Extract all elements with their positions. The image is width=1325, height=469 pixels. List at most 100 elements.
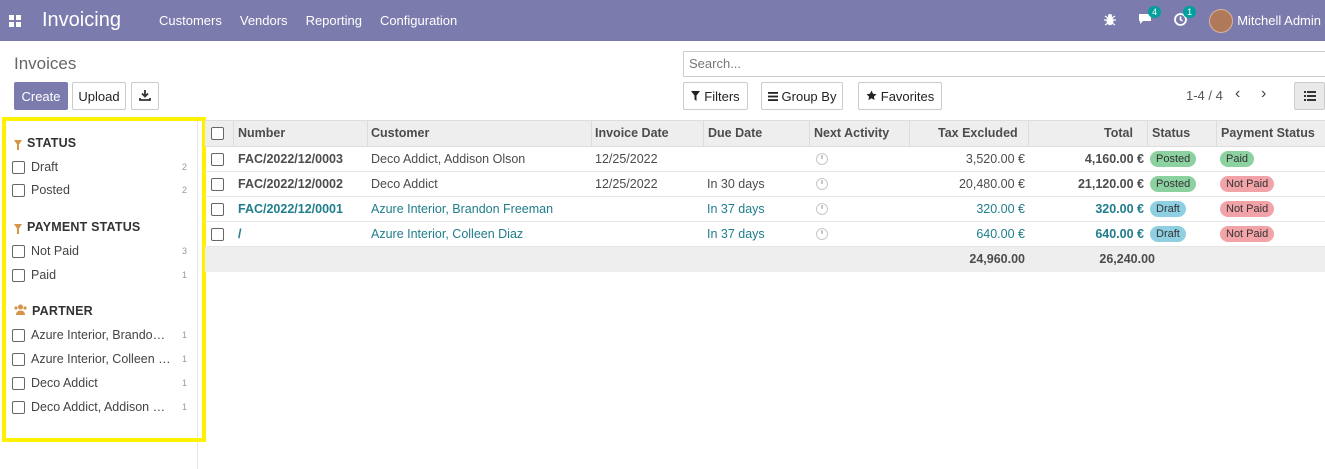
activity-clock-icon[interactable] (816, 178, 828, 190)
row-checkbox[interactable] (211, 203, 224, 216)
partner-group-title: PARTNER (14, 304, 93, 318)
header-invoice-date[interactable]: Invoice Date (595, 126, 669, 140)
header-number[interactable]: Number (238, 126, 285, 140)
filter-partner-azure-brandon[interactable]: Azure Interior, Brandon Freeman 1 (12, 328, 187, 342)
header-tax-excluded[interactable]: Tax Excluded (938, 126, 1018, 140)
invoices-table: Number Customer Invoice Date Due Date Ne… (205, 120, 1325, 272)
menu-vendors[interactable]: Vendors (240, 13, 288, 28)
favorites-button[interactable]: Favorites (858, 82, 942, 110)
payment-status-group-title: PAYMENT STATUS (14, 220, 140, 234)
cell-customer: Deco Addict (371, 177, 438, 191)
table-footer-totals: 24,960.00 26,240.00 (205, 247, 1325, 272)
column-separator (1216, 121, 1217, 147)
filters-button[interactable]: Filters (683, 82, 748, 110)
filter-status-draft[interactable]: Draft 2 (12, 160, 187, 174)
cell-due-date: In 30 days (707, 177, 765, 191)
filter-count: 1 (181, 354, 187, 364)
checkbox[interactable] (12, 268, 25, 282)
activity-clock-icon[interactable] (816, 203, 828, 215)
filter-funnel-icon (14, 140, 22, 150)
filter-partner-deco-addict[interactable]: Deco Addict 1 (12, 376, 187, 390)
cell-number: FAC/2022/12/0003 (238, 152, 343, 166)
filter-count: 1 (181, 270, 187, 280)
row-checkbox[interactable] (211, 178, 224, 191)
table-row[interactable]: FAC/2022/12/0003 Deco Addict, Addison Ol… (205, 147, 1325, 172)
cell-number: / (238, 227, 242, 241)
header-status[interactable]: Status (1152, 126, 1190, 140)
activities-clock-icon[interactable]: 1 (1174, 5, 1197, 29)
app-title[interactable]: Invoicing (42, 9, 159, 32)
header-customer[interactable]: Customer (371, 126, 429, 140)
activities-badge: 1 (1183, 5, 1197, 18)
checkbox[interactable] (12, 376, 25, 390)
download-button[interactable] (131, 82, 159, 110)
search-input[interactable]: Search... (683, 51, 1325, 77)
partner-group-label: PARTNER (32, 304, 93, 318)
cell-tax-excluded: 320.00 € (976, 202, 1025, 216)
menu-reporting[interactable]: Reporting (306, 13, 362, 28)
status-group-title: STATUS (14, 136, 76, 150)
column-separator (591, 121, 592, 147)
list-view-icon (1303, 89, 1316, 104)
filter-partner-azure-colleen[interactable]: Azure Interior, Colleen Diaz 1 (12, 352, 187, 366)
cell-tax-excluded: 3,520.00 € (965, 152, 1025, 166)
header-total[interactable]: Total (1104, 126, 1133, 140)
filter-partner-deco-addison[interactable]: Deco Addict, Addison Olson 1 (12, 400, 187, 414)
table-row[interactable]: / Azure Interior, Colleen Diaz In 37 day… (205, 222, 1325, 247)
cell-invoice-date: 12/25/2022 (595, 152, 658, 166)
messages-icon[interactable]: 4 (1138, 6, 1162, 28)
table-row[interactable]: FAC/2022/12/0001 Azure Interior, Brandon… (205, 197, 1325, 222)
column-separator (909, 121, 910, 147)
users-icon (14, 304, 27, 318)
group-by-button[interactable]: Group By (761, 82, 843, 110)
filter-count: 1 (181, 330, 187, 340)
create-button[interactable]: Create (14, 82, 68, 110)
filter-status-posted[interactable]: Posted 2 (12, 183, 187, 197)
pager-next-icon[interactable]: › (1261, 85, 1266, 103)
row-checkbox[interactable] (211, 228, 224, 241)
checkbox[interactable] (12, 183, 25, 197)
favorites-label: Favorites (880, 88, 935, 104)
status-badge: Posted (1150, 176, 1197, 192)
checkbox[interactable] (12, 352, 25, 366)
header-next-activity[interactable]: Next Activity (814, 126, 889, 140)
cell-number: FAC/2022/12/0001 (238, 202, 343, 216)
filter-label: Azure Interior, Brandon Freeman (31, 328, 171, 342)
checkbox[interactable] (12, 244, 25, 258)
column-separator (1147, 121, 1148, 147)
cell-total: 640.00 € (1095, 227, 1144, 241)
header-due-date[interactable]: Due Date (708, 126, 762, 140)
activity-clock-icon[interactable] (816, 228, 828, 240)
checkbox[interactable] (12, 328, 25, 342)
user-name[interactable]: Mitchell Admin (1237, 13, 1321, 28)
filter-label: Deco Addict, Addison Olson (31, 400, 171, 414)
filter-payment-not-paid[interactable]: Not Paid 3 (12, 244, 187, 258)
debug-bug-icon[interactable] (1104, 13, 1117, 29)
payment-status-group-label: PAYMENT STATUS (27, 220, 141, 234)
user-avatar[interactable] (1209, 8, 1234, 33)
checkbox[interactable] (12, 400, 25, 414)
row-checkbox[interactable] (211, 153, 224, 166)
pager-value[interactable]: 1-4 / 4 (1186, 88, 1223, 103)
filter-payment-paid[interactable]: Paid 1 (12, 268, 187, 282)
filter-count: 1 (181, 378, 187, 388)
checkbox[interactable] (12, 160, 25, 174)
cell-customer: Azure Interior, Colleen Diaz (371, 227, 524, 241)
cell-total: 21,120.00 € (1077, 177, 1144, 191)
table-row[interactable]: FAC/2022/12/0002 Deco Addict 12/25/2022 … (205, 172, 1325, 197)
select-all-checkbox[interactable] (211, 127, 224, 140)
menu-configuration[interactable]: Configuration (380, 13, 457, 28)
status-group-label: STATUS (27, 136, 77, 150)
column-separator (1028, 121, 1029, 147)
upload-button[interactable]: Upload (72, 82, 126, 110)
menu-customers[interactable]: Customers (159, 13, 222, 28)
apps-menu-icon[interactable] (0, 0, 30, 41)
filter-funnel-icon (691, 89, 701, 104)
list-view-button[interactable] (1294, 82, 1325, 110)
table-header: Number Customer Invoice Date Due Date Ne… (205, 120, 1325, 147)
activity-clock-icon[interactable] (816, 153, 828, 165)
filter-label: Paid (31, 268, 57, 282)
page-title: Invoices (14, 54, 77, 73)
header-payment-status[interactable]: Payment Status (1221, 126, 1315, 140)
pager-previous-icon[interactable]: ‹ (1235, 85, 1240, 103)
